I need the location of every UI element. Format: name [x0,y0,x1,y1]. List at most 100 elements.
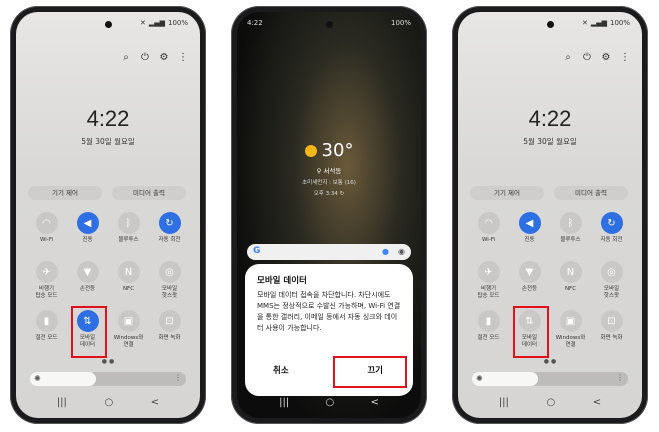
clock: 4:22 [528,106,572,131]
phone-middle: 4:22 100% 30° ⚲ 서석동 초미세먼지 : 보통 (16) 오후 3… [231,6,427,424]
quick-tile[interactable]: ▼ 손전등 [509,261,550,300]
location: ⚲ 서석동 [237,165,421,175]
lens-icon[interactable]: ◉ [398,247,405,256]
cancel-button[interactable]: 취소 [273,364,289,376]
status-time: 4:22 [247,19,263,27]
mute-icon: ✕ [581,19,588,27]
quick-tile[interactable]: ᛒ 블루투스 [550,212,591,251]
quick-tile[interactable]: ◀ 진동 [509,212,550,251]
brightness-more-icon[interactable]: ⋮ [174,373,182,382]
quick-tile[interactable]: ⊡ 화면 녹화 [591,310,632,349]
screen-record-icon: ⊡ [158,310,181,332]
status-bar: ✕ ▂▄▆ 100% [140,19,188,27]
device-control-button[interactable]: 기기 제어 [470,186,544,200]
quick-tile[interactable]: ▣ Windows와 연결 [550,310,591,349]
brightness-slider[interactable]: ✺ ⋮ [30,372,186,386]
more-options-icon[interactable]: ⋮ [178,52,188,63]
front-camera [105,21,112,28]
home-button[interactable]: ○ [325,397,334,408]
dialog-title: 모바일 데이터 [257,276,307,286]
more-options-icon[interactable]: ⋮ [620,52,630,63]
mic-icon[interactable]: ● [382,247,389,256]
quick-tile[interactable]: ◠ Wi-Fi [468,212,509,251]
quick-tile[interactable]: ✈ 비행기 탑승 모드 [26,261,67,300]
quick-tile[interactable]: ↻ 자동 회전 [591,212,632,251]
quick-tile[interactable]: ◎ 모바일 핫스팟 [149,261,190,300]
quick-tile-label: 모바일 핫스팟 [603,286,620,299]
quick-tile-label: 비행기 탑승 모드 [35,286,58,299]
recents-button[interactable]: ||| [279,397,289,408]
home-button[interactable]: ○ [546,397,555,408]
quick-tile[interactable]: ⊡ 화면 녹화 [149,310,190,349]
quick-tile[interactable]: ▮ 절전 모드 [468,310,509,349]
search-icon[interactable]: ⌕ [563,52,573,63]
quick-tile-label: 손전등 [521,286,538,292]
nav-bar: ||| ○ < [16,397,200,408]
flashlight-icon: ▼ [76,261,99,283]
search-icon[interactable]: ⌕ [121,52,131,63]
quick-tile[interactable]: ▮ 절전 모드 [26,310,67,349]
home-button[interactable]: ○ [104,397,113,408]
media-output-button[interactable]: 미디어 출력 [554,186,628,200]
quick-tile-label: 손전등 [79,286,96,292]
quick-tile-label: 절전 모드 [477,335,500,341]
windows-link-icon: ▣ [117,310,140,332]
brightness-icon: ✺ [34,374,41,383]
quick-tile-label: 화면 녹화 [600,335,623,341]
quick-tile[interactable]: ◠ Wi-Fi [26,212,67,251]
quick-tiles-grid: ◠ Wi-Fi ◀ 진동 ᛒ 블루투스 ↻ 자동 회전 ✈ 비행기 탑승 모드 ▼ 손전등 N NFC ◎ 모… [468,212,632,349]
weather-widget[interactable]: 30° ⚲ 서석동 초미세먼지 : 보통 (16) 오후 3:34 ↻ [237,140,421,197]
airplane-icon: ✈ [35,261,58,283]
quick-tile[interactable]: N NFC [550,261,591,300]
quick-tile-label: 진동 [82,237,93,243]
nfc-icon: N [559,261,582,283]
hotspot-icon: ◎ [158,261,181,283]
sun-icon [304,144,317,157]
updated-label: 오후 3:34 [313,191,338,197]
device-control-button[interactable]: 기기 제어 [28,186,102,200]
quick-tile-label: 진동 [524,237,535,243]
front-camera [326,21,333,28]
recents-button[interactable]: ||| [57,397,67,408]
quick-tile-label: 자동 회전 [600,237,623,243]
temperature: 30° [321,140,354,161]
screen-record-icon: ⊡ [600,310,623,332]
nav-bar: ||| ○ < [458,397,642,408]
back-button[interactable]: < [151,397,159,408]
updated-time: 오후 3:34 ↻ [237,189,421,197]
quick-panel-toolbar: ⌕ ⏻ ⚙ ⋮ [121,52,188,63]
quick-tile[interactable]: ▣ Windows와 연결 [108,310,149,349]
quick-tile[interactable]: ᛒ 블루투스 [108,212,149,251]
google-search-bar[interactable]: G ● ◉ [247,244,411,260]
clock: 4:22 [86,106,130,131]
brightness-slider[interactable]: ✺ ⋮ [472,372,628,386]
quick-tile-label: NFC [564,286,577,292]
quick-tile[interactable]: ↻ 자동 회전 [149,212,190,251]
date: 5월 30일 월요일 [81,137,135,146]
power-icon[interactable]: ⏻ [140,52,150,63]
quick-tile[interactable]: ◎ 모바일 핫스팟 [591,261,632,300]
phone-left: ✕ ▂▄▆ 100% ⌕ ⏻ ⚙ ⋮ 4:22 5월 30일 월요일 기기 제어… [10,6,206,424]
media-output-button[interactable]: 미디어 출력 [112,186,186,200]
highlight-turn-off [333,356,407,388]
back-button[interactable]: < [593,397,601,408]
quick-tile[interactable]: ✈ 비행기 탑승 모드 [468,261,509,300]
quick-tile-label: 블루투스 [118,237,139,243]
recents-button[interactable]: ||| [499,397,509,408]
quick-tile-label: 자동 회전 [158,237,181,243]
quick-tile[interactable]: ▼ 손전등 [67,261,108,300]
power-icon[interactable]: ⏻ [582,52,592,63]
quick-tile[interactable]: ◀ 진동 [67,212,108,251]
nfc-icon: N [117,261,140,283]
mute-icon: ✕ [139,19,146,27]
gear-icon[interactable]: ⚙ [601,52,611,63]
quick-tile-label: Wi-Fi [481,237,496,243]
gear-icon[interactable]: ⚙ [159,52,169,63]
brightness-more-icon[interactable]: ⋮ [616,373,624,382]
quick-tile[interactable]: N NFC [108,261,149,300]
location-label: 서석동 [323,167,342,175]
back-button[interactable]: < [370,397,378,408]
hotspot-icon: ◎ [600,261,623,283]
battery-level: 100% [390,19,411,27]
dialog-message: 모바일 데이터 접속을 차단합니다. 차단시에도 MMS는 정상적으로 수발신 … [257,291,401,332]
